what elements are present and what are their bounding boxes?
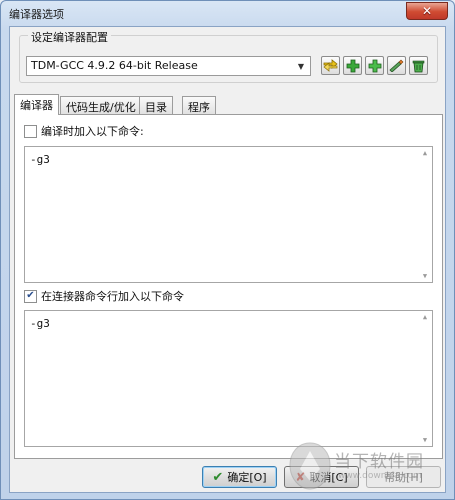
compile-cmd-text: -g3 [30, 153, 50, 166]
ok-label: 确定[O] [227, 471, 267, 484]
help-button[interactable]: 帮助[H] [366, 466, 441, 488]
add-config-icon [346, 59, 359, 72]
add-copy-icon [368, 59, 381, 72]
config-group-label: 设定编译器配置 [28, 29, 111, 45]
tab-compiler[interactable]: 编译器 [14, 94, 59, 115]
compiler-config-select[interactable]: TDM-GCC 4.9.2 64-bit Release ▼ [26, 56, 311, 76]
compiler-tab-panel: 编译时加入以下命令: -g3 ▲ ▼ ✔ 在连接器命令行加入以下命令 -g3 ▲… [14, 114, 443, 459]
ok-button[interactable]: ✔ 确定[O] [202, 466, 277, 488]
linker-cmd-option[interactable]: ✔ 在连接器命令行加入以下命令 [24, 288, 184, 304]
scroll-down-icon[interactable]: ▼ [423, 272, 427, 280]
linker-cmd-label: 在连接器命令行加入以下命令 [41, 290, 184, 303]
add-copy-config-button[interactable] [365, 56, 384, 75]
dialog-window: 编译器选项 ✕ 设定编译器配置 TDM-GCC 4.9.2 64-bit Rel… [0, 0, 455, 500]
compile-cmd-textarea[interactable]: -g3 ▲ ▼ [24, 146, 433, 283]
delete-config-icon [412, 60, 425, 72]
rename-config-icon [389, 59, 404, 72]
cancel-button[interactable]: ✘ 取消[C] [284, 466, 359, 488]
scroll-up-icon[interactable]: ▲ [423, 313, 427, 321]
compile-cmd-option[interactable]: 编译时加入以下命令: [24, 123, 144, 139]
tab-programs[interactable]: 程序 [182, 96, 216, 114]
rename-config-button[interactable] [387, 56, 406, 75]
title-bar[interactable]: 编译器选项 ✕ [1, 1, 454, 25]
compiler-config-value: TDM-GCC 4.9.2 64-bit Release [31, 59, 198, 72]
switch-config-button[interactable] [321, 56, 340, 75]
linker-cmd-checkbox[interactable]: ✔ [24, 289, 37, 303]
cancel-label: 取消[C] [309, 471, 348, 484]
scroll-up-icon[interactable]: ▲ [423, 149, 427, 157]
linker-cmd-text: -g3 [30, 317, 50, 330]
close-icon: ✕ [421, 4, 433, 18]
delete-config-button[interactable] [409, 56, 428, 75]
compile-cmd-label: 编译时加入以下命令: [41, 125, 144, 138]
dialog-body: 设定编译器配置 TDM-GCC 4.9.2 64-bit Release ▼ 编… [9, 26, 446, 493]
tab-codegen[interactable]: 代码生成/优化 [60, 96, 142, 114]
add-config-button[interactable] [343, 56, 362, 75]
linker-cmd-scrollbar[interactable]: ▲ ▼ [418, 311, 432, 446]
linker-cmd-textarea[interactable]: -g3 ▲ ▼ [24, 310, 433, 447]
scroll-down-icon[interactable]: ▼ [423, 436, 427, 444]
window-title: 编译器选项 [9, 8, 64, 21]
chevron-down-icon[interactable]: ▼ [294, 58, 308, 74]
compile-cmd-scrollbar[interactable]: ▲ ▼ [418, 147, 432, 282]
tab-directories[interactable]: 目录 [139, 96, 173, 114]
switch-config-icon [323, 59, 338, 72]
compile-cmd-checkbox[interactable] [24, 124, 37, 138]
help-label: 帮助[H] [384, 471, 423, 484]
config-group: 设定编译器配置 TDM-GCC 4.9.2 64-bit Release ▼ [19, 29, 438, 83]
cancel-x-icon: ✘ [295, 470, 306, 484]
close-button[interactable]: ✕ [406, 2, 448, 20]
checkmark-icon: ✔ [212, 469, 224, 485]
